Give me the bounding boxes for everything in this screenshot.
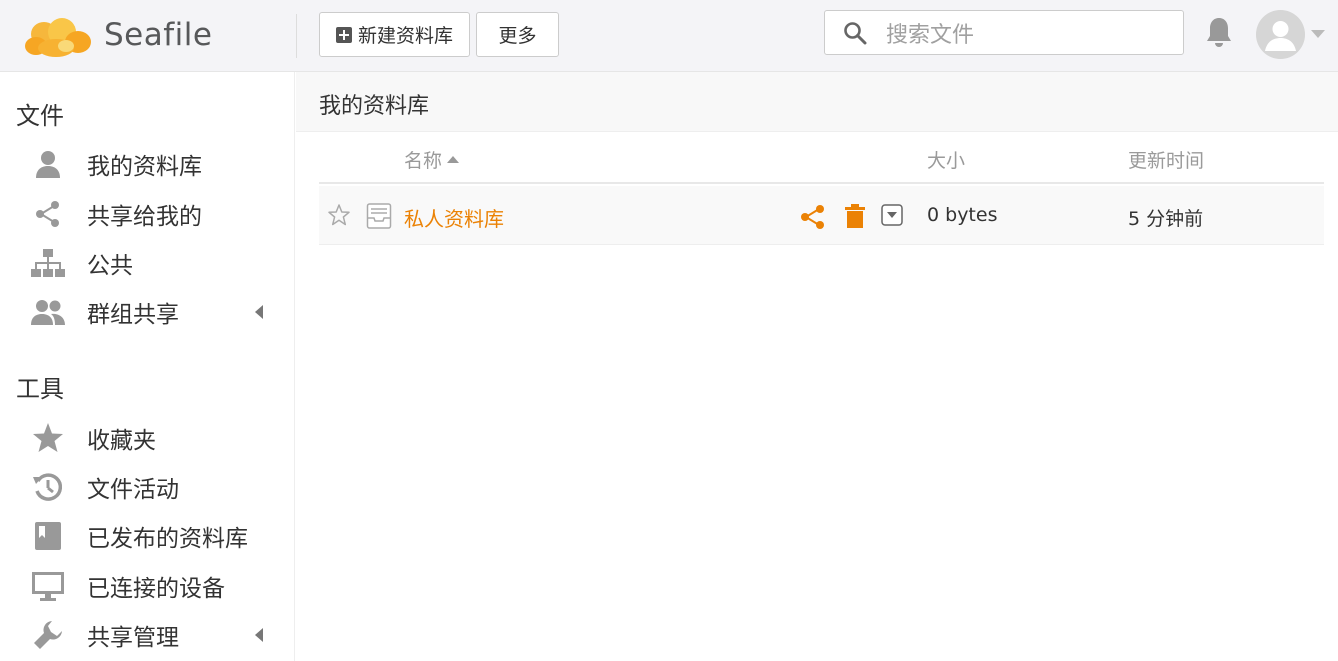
book-icon	[30, 518, 66, 554]
sidebar-item-label: 文件活动	[87, 477, 179, 503]
search-input[interactable]: 搜索文件	[824, 10, 1184, 55]
monitor-icon	[30, 568, 66, 604]
share-icon	[30, 196, 66, 232]
sidebar-item-my-libraries[interactable]: 我的资料库	[0, 142, 294, 186]
sidebar-item-shared-with-me[interactable]: 共享给我的	[0, 192, 294, 236]
wrench-icon	[30, 617, 66, 653]
new-library-button[interactable]: 新建资料库	[319, 12, 470, 57]
star-icon	[30, 420, 66, 456]
more-button[interactable]: 更多	[476, 12, 559, 57]
plus-square-icon	[335, 26, 352, 43]
library-size: 0 bytes	[927, 204, 998, 226]
avatar-silhouette-icon	[1256, 10, 1305, 59]
avatar-caret-icon[interactable]	[1311, 30, 1325, 38]
group-icon	[30, 294, 66, 330]
sidebar-item-label: 已连接的设备	[87, 576, 225, 602]
sidebar-item-file-activity[interactable]: 文件活动	[0, 465, 294, 509]
expand-caret-icon[interactable]	[255, 628, 263, 642]
library-updated-time: 5 分钟前	[1128, 208, 1204, 230]
sidebar-item-group-shares[interactable]: 群组共享	[0, 290, 294, 334]
dropdown-menu-icon[interactable]	[881, 204, 903, 226]
header-divider	[296, 14, 297, 58]
sidebar-item-label: 群组共享	[87, 302, 179, 328]
sidebar-item-label: 共享管理	[87, 625, 179, 651]
new-library-label: 新建资料库	[357, 25, 453, 47]
sort-asc-icon	[447, 156, 460, 163]
seafile-logo[interactable]: Seafile	[22, 10, 212, 60]
star-outline-icon[interactable]	[327, 203, 351, 227]
user-avatar-icon[interactable]	[1256, 10, 1305, 59]
sidebar-item-label: 公共	[87, 253, 133, 279]
share-icon[interactable]	[800, 204, 826, 230]
top-header: Seafile 新建资料库 更多 搜索文件	[0, 0, 1338, 72]
library-name-link[interactable]: 私人资料库	[404, 203, 504, 232]
files-heading: 文件	[16, 102, 64, 130]
expand-caret-icon[interactable]	[255, 305, 263, 319]
sidebar-item-label: 共享给我的	[87, 204, 202, 230]
sidebar-item-label: 已发布的资料库	[87, 526, 248, 552]
trash-icon[interactable]	[844, 203, 866, 229]
library-icon	[366, 203, 392, 229]
sidebar-item-label: 我的资料库	[87, 154, 202, 180]
column-header-size[interactable]: 大小	[927, 146, 965, 173]
sidebar-item-favorites[interactable]: 收藏夹	[0, 416, 294, 460]
search-icon	[844, 21, 867, 44]
cloud-logo-icon	[25, 18, 91, 57]
sitemap-icon	[30, 245, 66, 281]
more-label: 更多	[498, 25, 537, 47]
sidebar-item-label: 收藏夹	[87, 428, 156, 454]
search-placeholder: 搜索文件	[886, 22, 975, 48]
table-header: 名称 大小 更新时间	[319, 134, 1324, 184]
column-header-name-label: 名称	[404, 150, 443, 172]
sidebar-item-linked-devices[interactable]: 已连接的设备	[0, 564, 294, 608]
tools-heading: 工具	[16, 375, 64, 403]
sidebar-item-published-libraries[interactable]: 已发布的资料库	[0, 514, 294, 558]
page-title: 我的资料库	[319, 94, 430, 119]
history-icon	[30, 469, 66, 505]
main-title-bar: 我的资料库	[296, 72, 1338, 132]
user-icon	[30, 146, 66, 182]
sidebar: 文件 我的资料库 共享给我的 公共 群组共享 工具 收藏夹 文件活动 已发布的资…	[0, 72, 295, 661]
sidebar-item-share-admin[interactable]: 共享管理	[0, 613, 294, 657]
bell-icon[interactable]	[1205, 16, 1233, 48]
sidebar-item-public[interactable]: 公共	[0, 241, 294, 285]
table-row[interactable]: 私人资料库 0 bytes 5 分钟前	[319, 186, 1324, 245]
column-header-name[interactable]: 名称	[404, 146, 460, 173]
column-header-updated[interactable]: 更新时间	[1128, 146, 1204, 173]
logo-text: Seafile	[104, 17, 213, 53]
